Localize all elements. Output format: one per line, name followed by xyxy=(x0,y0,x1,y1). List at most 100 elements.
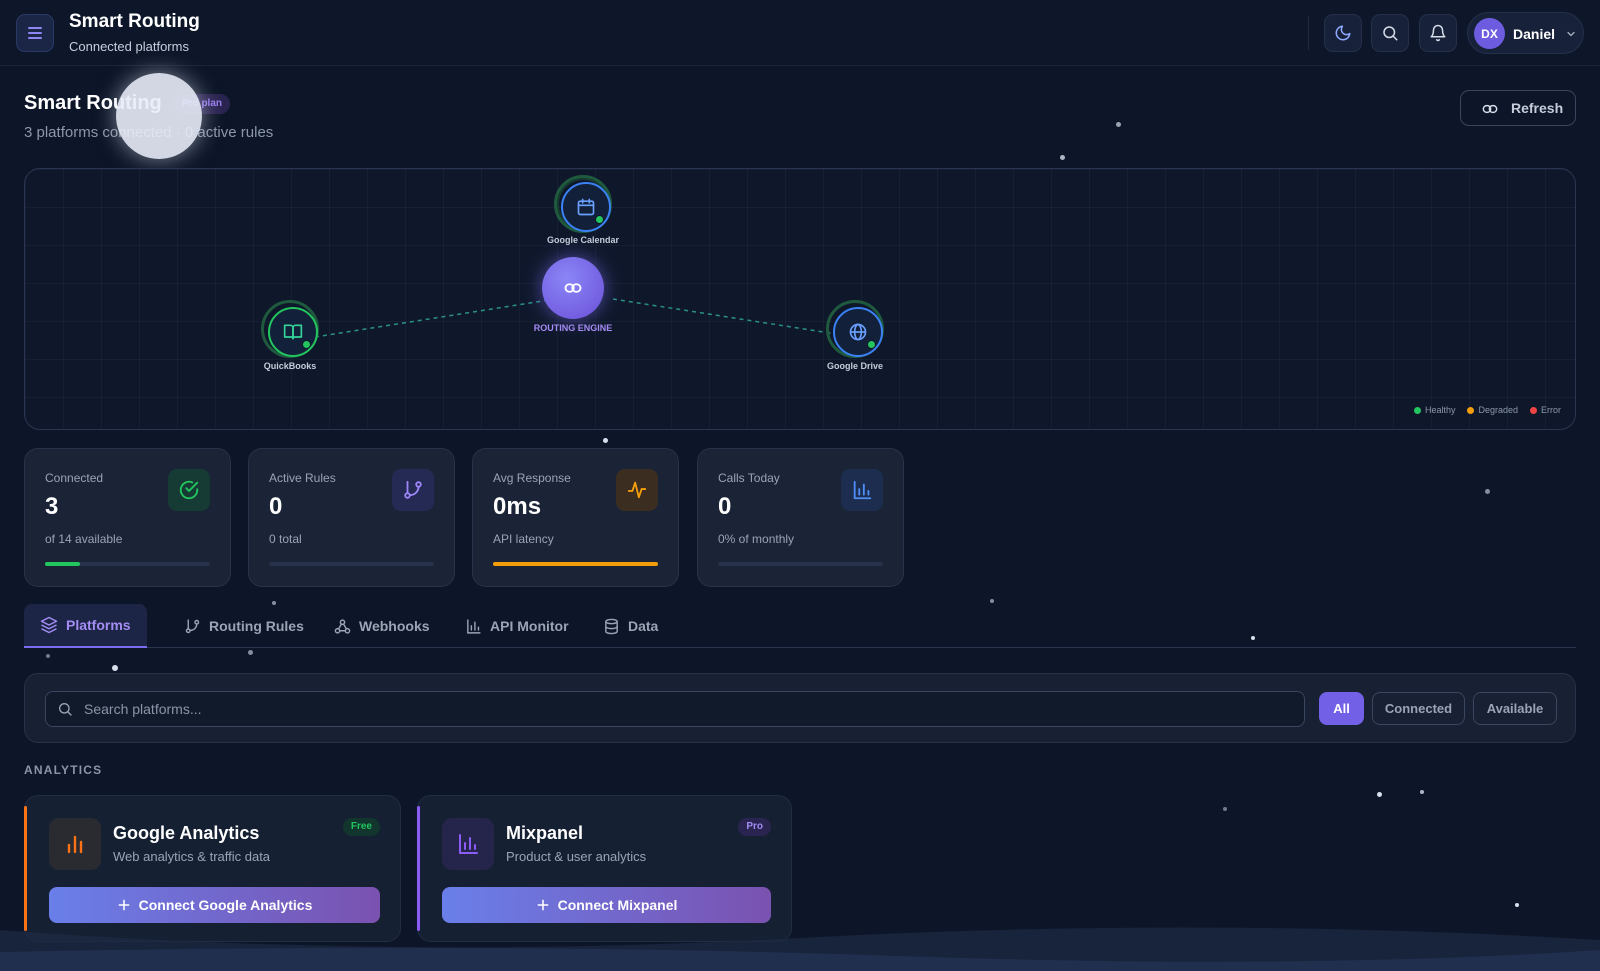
tab-webhooks[interactable]: Webhooks xyxy=(318,604,446,648)
legend-item: Degraded xyxy=(1467,405,1518,415)
user-menu[interactable]: DX Daniel xyxy=(1467,12,1584,54)
tab-platforms[interactable]: Platforms xyxy=(24,604,147,648)
stat-icon-box xyxy=(168,469,210,511)
stat-card-active-rules: Active Rules 0 0 total xyxy=(248,448,455,587)
legend-item: Healthy xyxy=(1413,405,1456,415)
search-button[interactable] xyxy=(1371,14,1409,52)
platform-logo xyxy=(442,818,494,870)
search-input[interactable] xyxy=(45,691,1305,727)
stat-card-avg-response: Avg Response 0ms API latency xyxy=(472,448,679,587)
webhook-icon xyxy=(334,618,351,634)
tab-label: Platforms xyxy=(66,617,131,633)
theme-toggle-button[interactable] xyxy=(1324,14,1362,52)
bar-chart-icon xyxy=(467,618,481,634)
book-icon xyxy=(283,324,303,340)
node-label: QuickBooks xyxy=(263,361,317,371)
progress-track xyxy=(493,562,658,566)
connect-google-analytics-button[interactable]: Connect Google Analytics xyxy=(49,887,380,923)
menu-icon xyxy=(28,27,42,39)
header-divider xyxy=(1308,16,1309,50)
card-accent xyxy=(24,806,27,931)
status-legend: Healthy Degraded Error xyxy=(1413,405,1561,415)
platform-description: Web analytics & traffic data xyxy=(113,849,271,864)
bar-chart-icon xyxy=(853,480,872,500)
stat-card-calls-today: Calls Today 0 0% of monthly xyxy=(697,448,904,587)
platform-logo xyxy=(49,818,101,870)
tab-label: Webhooks xyxy=(359,618,430,634)
stat-label: Calls Today xyxy=(718,471,780,485)
check-circle-icon xyxy=(179,480,199,500)
status-dot xyxy=(595,215,604,224)
stat-icon-box xyxy=(392,469,434,511)
platform-name: Google Analytics xyxy=(113,823,260,843)
globe-icon xyxy=(849,323,867,341)
stat-sub: of 14 available xyxy=(45,532,123,546)
connect-mixpanel-button[interactable]: Connect Mixpanel xyxy=(442,887,771,923)
node-google-drive[interactable] xyxy=(826,300,884,358)
notifications-button[interactable] xyxy=(1419,14,1457,52)
search-icon xyxy=(58,703,72,716)
stat-label: Active Rules xyxy=(269,471,336,485)
git-branch-icon xyxy=(404,480,422,499)
filter-available[interactable]: Available xyxy=(1473,692,1557,725)
filter-all[interactable]: All xyxy=(1319,692,1364,725)
tab-label: Data xyxy=(628,618,659,634)
refresh-button[interactable]: Refresh xyxy=(1460,90,1576,126)
tab-api-monitor[interactable]: API Monitor xyxy=(449,604,585,648)
routing-engine-node[interactable] xyxy=(542,257,604,319)
stat-sub: API latency xyxy=(493,532,554,546)
menu-button[interactable] xyxy=(16,14,54,52)
legend-label: Degraded xyxy=(1478,405,1518,415)
stat-card-connected: Connected 3 of 14 available xyxy=(24,448,231,587)
stat-sub: 0% of monthly xyxy=(718,532,795,546)
chevron-down-icon xyxy=(1567,31,1575,37)
tab-routing-rules[interactable]: Routing Rules xyxy=(168,604,320,648)
legend-swatch xyxy=(1467,406,1475,414)
progress-track xyxy=(45,562,210,566)
filter-connected[interactable]: Connected xyxy=(1372,692,1465,725)
legend-swatch xyxy=(1413,406,1421,414)
button-label: Connect Google Analytics xyxy=(138,897,313,913)
bar-chart-icon xyxy=(459,834,478,854)
routing-topology: Google Calendar ROUTING ENGINE QuickBook… xyxy=(24,168,1576,430)
tab-data[interactable]: Data xyxy=(587,604,674,648)
node-label: Google Drive xyxy=(826,361,883,371)
status-dot xyxy=(867,340,876,349)
app-subtitle: Connected platforms xyxy=(69,39,189,54)
refresh-label: Refresh xyxy=(1511,100,1564,116)
database-icon xyxy=(605,618,618,634)
git-branch-icon xyxy=(185,618,200,633)
stat-sub: 0 total xyxy=(269,532,302,546)
bar-chart-icon xyxy=(67,835,83,854)
bell-icon xyxy=(1430,24,1446,42)
legend-item: Error xyxy=(1530,405,1561,415)
node-google-calendar[interactable] xyxy=(554,175,612,233)
user-name: Daniel xyxy=(1513,26,1556,42)
progress-track xyxy=(269,562,434,566)
plus-icon xyxy=(118,899,130,911)
top-bar: Smart Routing Connected platforms DX Dan… xyxy=(0,0,1600,66)
status-dot xyxy=(302,340,311,349)
progress-track xyxy=(718,562,883,566)
section-heading: ANALYTICS xyxy=(24,763,103,777)
node-label: Google Calendar xyxy=(546,235,619,245)
stat-value: 3 xyxy=(45,493,59,520)
stat-icon-box xyxy=(616,469,658,511)
progress-fill xyxy=(45,562,80,566)
tier-badge: Pro xyxy=(738,818,771,836)
link-icon xyxy=(564,283,582,293)
tab-label: Routing Rules xyxy=(209,618,304,634)
legend-label: Healthy xyxy=(1424,405,1456,415)
search-icon xyxy=(1383,26,1398,41)
stat-label: Avg Response xyxy=(493,471,571,485)
tab-label: API Monitor xyxy=(490,618,569,634)
platform-name: Mixpanel xyxy=(506,823,584,843)
activity-icon xyxy=(627,481,647,499)
link-icon xyxy=(1482,104,1498,114)
progress-fill xyxy=(493,562,658,566)
button-label: Connect Mixpanel xyxy=(557,897,678,913)
filter-bar: All Connected Available xyxy=(24,673,1576,743)
node-quickbooks[interactable] xyxy=(261,300,319,358)
stat-value: 0 xyxy=(269,493,283,520)
legend-swatch xyxy=(1530,406,1537,414)
